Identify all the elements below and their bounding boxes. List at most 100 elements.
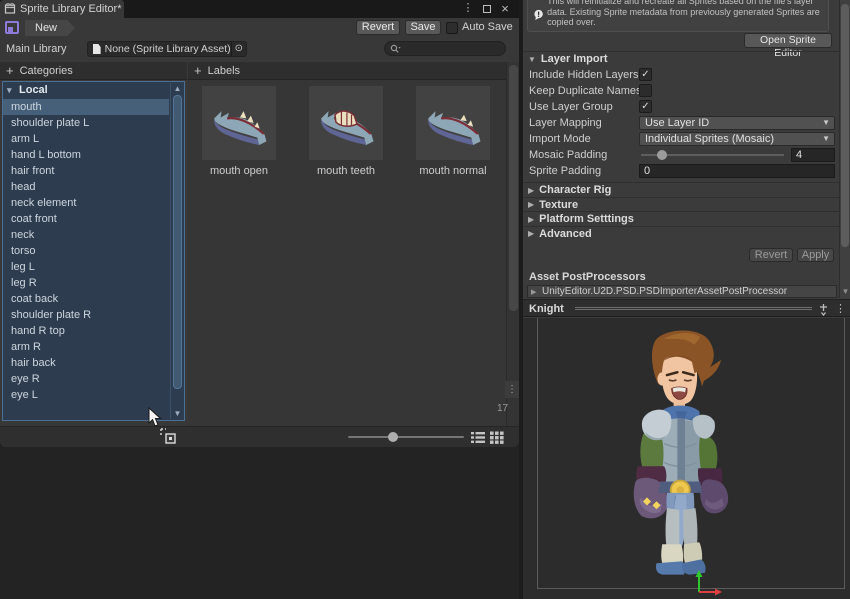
category-item-hand-r-top[interactable]: hand R top (3, 323, 169, 339)
search-field[interactable] (384, 41, 506, 56)
inspector-revert-button[interactable]: Revert (749, 248, 793, 262)
grid-view-icon[interactable] (490, 431, 504, 444)
dropdown-value: Individual Sprites (Mosaic) (645, 133, 774, 145)
category-item-eye-l[interactable]: eye L (3, 387, 169, 403)
category-item-head[interactable]: head (3, 179, 169, 195)
include-hidden-layers-checkbox[interactable]: ✓ (639, 68, 652, 81)
chevron-down-icon: ▼ (822, 117, 830, 129)
sprite-thumbnail-mouth-normal[interactable] (416, 86, 490, 160)
inspector-row-mosaic-padding: Mosaic Padding4 (523, 147, 837, 163)
keep-duplicate-names-checkbox[interactable] (639, 84, 652, 97)
sprite-label: mouth normal (398, 165, 508, 177)
category-item-leg-l[interactable]: leg L (3, 259, 169, 275)
save-button[interactable]: Save (405, 20, 441, 35)
category-item-eye-r[interactable]: eye R (3, 371, 169, 387)
category-item-neck[interactable]: neck (3, 227, 169, 243)
sprite-thumbnail-mouth-teeth[interactable] (309, 86, 383, 160)
import-mode-dropdown[interactable]: Individual Sprites (Mosaic) ▼ (639, 132, 835, 146)
add-category-icon[interactable]: + (6, 63, 14, 78)
foldout-closed-icon: ▶ (528, 215, 534, 224)
category-item-hand-l-bottom[interactable]: hand L bottom (3, 147, 169, 163)
info-bubble-icon (533, 2, 545, 28)
sprite-padding-field[interactable]: 0 (639, 164, 835, 178)
scroll-down-icon[interactable]: ▼ (171, 408, 184, 419)
foldout-title: Platform Setttings (539, 213, 634, 225)
thumbnail-zoom-thumb[interactable] (388, 432, 398, 442)
foldout-closed-icon: ▶ (528, 200, 534, 209)
sprite-thumbnail-mouth-open[interactable] (202, 86, 276, 160)
overflow-badge: 17 (497, 403, 508, 414)
category-group-local[interactable]: Local (3, 82, 184, 99)
layer-import-foldout[interactable]: ▼ Layer Import (523, 51, 850, 66)
slider-thumb[interactable] (657, 150, 667, 160)
preview-drag-handle[interactable] (575, 307, 812, 310)
inspector-row-use-layer-group: Use Layer Group✓ (523, 99, 837, 115)
layer-mapping-dropdown[interactable]: Use Layer ID ▼ (639, 116, 835, 130)
auto-save-checkbox[interactable] (446, 22, 458, 34)
overflow-menu-icon[interactable]: ⋮ (505, 381, 519, 398)
category-item-hair-back[interactable]: hair back (3, 355, 169, 371)
category-item-neck-element[interactable]: neck element (3, 195, 169, 211)
mosaic-padding-value[interactable]: 4 (791, 148, 835, 162)
open-sprite-editor-button[interactable]: Open Sprite Editor (744, 33, 832, 48)
inspector-apply-button[interactable]: Apply (797, 248, 834, 262)
categories-header-label: Categories (20, 65, 73, 77)
category-item-coat-front[interactable]: coat front (3, 211, 169, 227)
category-item-leg-r[interactable]: leg R (3, 275, 169, 291)
maximize-icon[interactable] (479, 0, 495, 17)
labels-grid: mouth openmouth teethmouth normal (188, 80, 506, 426)
inspector-scroll-thumb[interactable] (841, 4, 849, 247)
categories-scrollbar[interactable]: ▲ ▼ (170, 83, 183, 419)
category-item-arm-l[interactable]: arm L (3, 131, 169, 147)
preview-area (523, 318, 850, 599)
sprite-image (313, 90, 379, 156)
category-item-shoulder-plate-r[interactable]: shoulder plate R (3, 307, 169, 323)
foldout-open-icon: ▼ (528, 55, 536, 64)
categories-scroll-thumb[interactable] (173, 95, 182, 389)
main-library-object-field[interactable]: None (Sprite Library Asset) ⊙ (87, 41, 247, 57)
category-item-shoulder-plate-l[interactable]: shoulder plate L (3, 115, 169, 131)
category-item-hair-front[interactable]: hair front (3, 163, 169, 179)
inspector-row-layer-mapping: Layer MappingUse Layer ID▼ (523, 115, 837, 131)
sprite-image (420, 90, 486, 156)
close-icon[interactable]: × (497, 0, 513, 17)
inspector-scrollbar[interactable]: ▼ (839, 0, 850, 298)
labels-scrollbar[interactable] (506, 62, 519, 426)
use-layer-group-checkbox[interactable]: ✓ (639, 100, 652, 113)
scroll-up-icon[interactable]: ▲ (171, 83, 184, 94)
foldout-platform-setttings[interactable]: ▶ Platform Setttings (523, 211, 850, 226)
category-item-torso[interactable]: torso (3, 243, 169, 259)
sprite-asset-icon (5, 21, 19, 34)
category-item-mouth[interactable]: mouth (3, 99, 169, 115)
foldout-texture[interactable]: ▶Texture (523, 197, 850, 212)
preview-header[interactable]: Knight ⋮ (523, 299, 850, 317)
object-picker-icon[interactable]: ⊙ (231, 42, 246, 56)
foldout-title: Advanced (539, 228, 592, 240)
sprite-image (206, 90, 272, 156)
sprite-label: mouth open (184, 165, 294, 177)
list-view-icon[interactable] (471, 431, 485, 444)
chevron-down-icon: ▼ (822, 133, 830, 145)
preview-menu-icon[interactable]: ⋮ (835, 302, 846, 315)
categories-items: mouthshoulder plate Larm Lhand L bottomh… (3, 99, 184, 403)
preview-popout-icon[interactable] (817, 303, 830, 316)
category-item-coat-back[interactable]: coat back (3, 291, 169, 307)
window-menu-icon[interactable]: ⋮ (460, 0, 476, 17)
tab-sprite-library-editor[interactable]: Sprite Library Editor* (0, 0, 124, 18)
add-label-icon[interactable]: + (194, 63, 202, 78)
inspector-scroll-down-icon[interactable]: ▼ (840, 287, 850, 296)
foldout-advanced[interactable]: ▶ Advanced (523, 226, 850, 241)
labels-scroll-thumb[interactable] (509, 65, 518, 311)
layer-import-rows: Include Hidden Layers✓Keep Duplicate Nam… (523, 67, 837, 179)
foldout-closed-icon: ▶ (528, 229, 534, 238)
new-button[interactable]: New (25, 20, 75, 36)
screen: Sprite Library Editor* ⋮ × New Revert Sa… (0, 0, 850, 599)
category-item-arm-r[interactable]: arm R (3, 339, 169, 355)
revert-button[interactable]: Revert (356, 20, 400, 35)
thumbnail-zoom-slider[interactable] (348, 436, 464, 438)
labels-header: + Labels (188, 62, 519, 80)
knight-character-preview (609, 326, 761, 580)
dropdown-value: Use Layer ID (645, 117, 709, 129)
foldout-character-rig[interactable]: ▶Character Rig (523, 182, 850, 197)
postprocessor-foldout[interactable]: UnityEditor.U2D.PSD.PSDImporterAssetPost… (527, 285, 837, 298)
